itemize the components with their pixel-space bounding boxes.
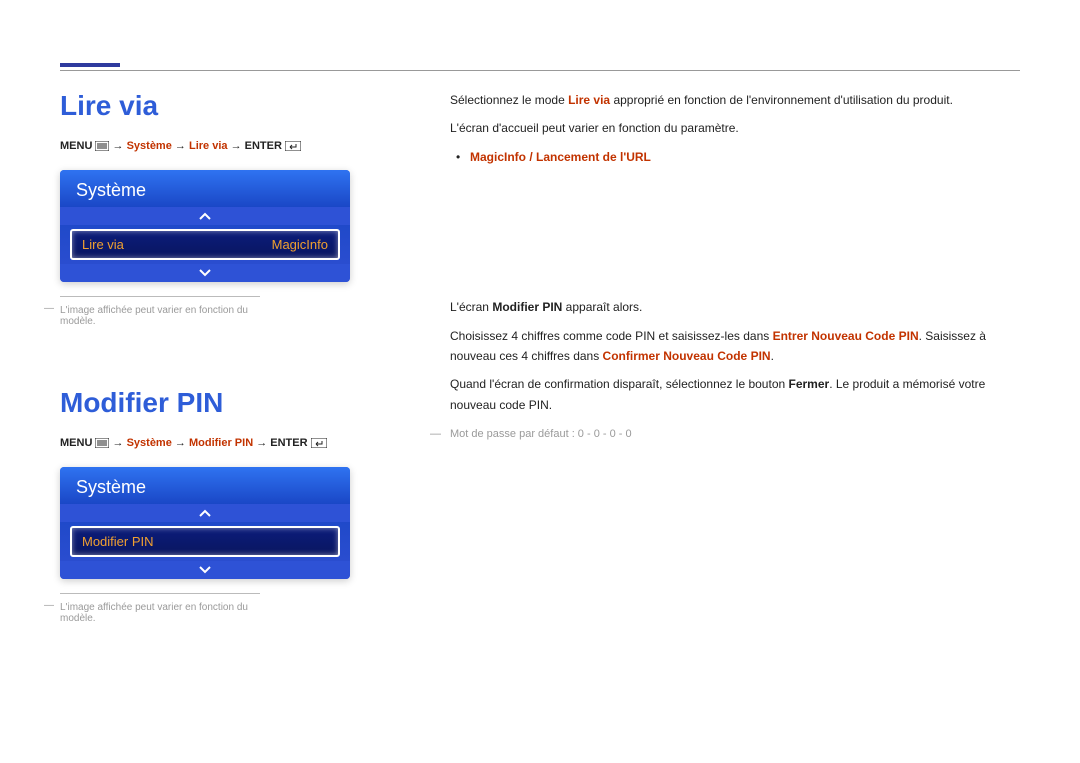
- crumb-modifier-pin: Modifier PIN: [189, 437, 253, 449]
- bold-fermer: Fermer: [789, 377, 830, 391]
- panel-header: Système: [60, 467, 350, 504]
- breadcrumb-modifier-pin: MENU → Système → Modifier PIN → ENTER: [60, 437, 420, 449]
- arrow: →: [113, 437, 127, 449]
- osd-panel-modifier-pin: Système Modifier PIN: [60, 467, 350, 579]
- osd-panel-lire-via: Système Lire via MagicInfo: [60, 170, 350, 282]
- note-default-password: Mot de passe par défaut : 0 - 0 - 0 - 0: [450, 425, 1020, 444]
- top-horizontal-rule: [60, 70, 1020, 71]
- highlight-enter-new-pin: Entrer Nouveau Code PIN: [773, 329, 919, 343]
- text: apparaît alors.: [562, 300, 642, 314]
- panel-footnote: L'image affichée peut varier en fonction…: [60, 296, 260, 327]
- breadcrumb-tail: → ENTER: [231, 140, 285, 152]
- crumb-systeme: Système: [127, 437, 172, 449]
- para-select-mode: Sélectionnez le mode Lire via approprié …: [450, 90, 1020, 110]
- para-choose-code: Choisissez 4 chiffres comme code PIN et …: [450, 326, 1020, 367]
- panel-footnote: L'image affichée peut varier en fonction…: [60, 593, 260, 624]
- bullet-list: MagicInfo / Lancement de l'URL: [450, 147, 1020, 167]
- text: approprié en fonction de l'environnement…: [610, 93, 953, 107]
- panel-item-value: MagicInfo: [272, 237, 328, 252]
- right-section-lire-via: Sélectionnez le mode Lire via approprié …: [450, 90, 1020, 167]
- crumb-lire-via: Lire via: [189, 140, 228, 152]
- section-modifier-pin: Modifier PIN MENU → Système → Modifier P…: [60, 387, 420, 624]
- panel-item-label: Modifier PIN: [82, 534, 154, 549]
- para-home-screen: L'écran d'accueil peut varier en fonctio…: [450, 118, 1020, 138]
- heading-modifier-pin: Modifier PIN: [60, 387, 420, 419]
- bold-modifier-pin: Modifier PIN: [492, 300, 562, 314]
- chevron-up-icon[interactable]: [60, 504, 350, 522]
- chevron-down-icon[interactable]: [60, 561, 350, 579]
- text: Choisissez 4 chiffres comme code PIN et …: [450, 329, 773, 343]
- highlight-magicinfo-url: MagicInfo / Lancement de l'URL: [470, 150, 651, 164]
- arrow: →: [175, 140, 189, 152]
- text: L'écran: [450, 300, 492, 314]
- text: Sélectionnez le mode: [450, 93, 568, 107]
- breadcrumb-lire-via: MENU → Système → Lire via → ENTER: [60, 140, 420, 152]
- breadcrumb-tail: → ENTER: [256, 437, 310, 449]
- para-close: Quand l'écran de confirmation disparaît,…: [450, 374, 1020, 415]
- breadcrumb-prefix: MENU: [60, 437, 95, 449]
- menu-icon: [95, 141, 109, 151]
- highlight-confirm-new-pin: Confirmer Nouveau Code PIN: [603, 349, 771, 363]
- panel-header: Système: [60, 170, 350, 207]
- crumb-systeme: Système: [127, 140, 172, 152]
- enter-icon: [311, 438, 327, 448]
- panel-item-lire-via[interactable]: Lire via MagicInfo: [70, 229, 340, 260]
- panel-item-label: Lire via: [82, 237, 124, 252]
- arrow: →: [113, 140, 127, 152]
- accent-bar: [60, 63, 120, 67]
- highlight-lire-via: Lire via: [568, 93, 610, 107]
- para-screen-appears: L'écran Modifier PIN apparaît alors.: [450, 297, 1020, 317]
- section-lire-via: Lire via MENU → Système → Lire via → ENT…: [60, 90, 420, 327]
- breadcrumb-prefix: MENU: [60, 140, 95, 152]
- arrow: →: [175, 437, 189, 449]
- panel-item-modifier-pin[interactable]: Modifier PIN: [70, 526, 340, 557]
- chevron-up-icon[interactable]: [60, 207, 350, 225]
- bullet-magicinfo-url: MagicInfo / Lancement de l'URL: [470, 147, 1020, 167]
- chevron-down-icon[interactable]: [60, 264, 350, 282]
- right-section-modifier-pin: L'écran Modifier PIN apparaît alors. Cho…: [450, 297, 1020, 444]
- text: .: [771, 349, 774, 363]
- menu-icon: [95, 438, 109, 448]
- enter-icon: [285, 141, 301, 151]
- text: Quand l'écran de confirmation disparaît,…: [450, 377, 789, 391]
- heading-lire-via: Lire via: [60, 90, 420, 122]
